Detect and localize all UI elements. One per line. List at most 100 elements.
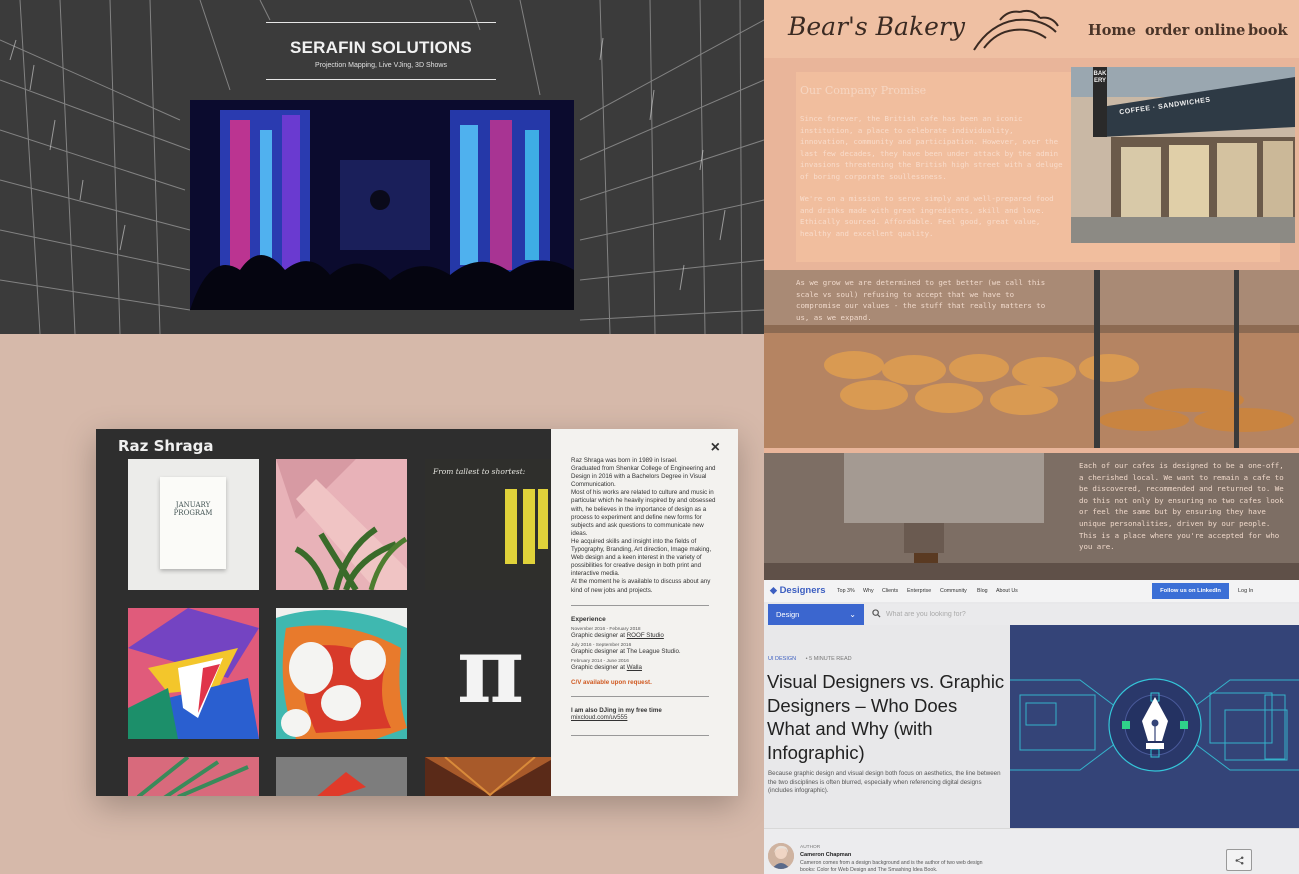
bakery-logo[interactable]: Bear's Bakery: [788, 12, 965, 41]
search-bar: Design ⌄: [764, 604, 1299, 625]
job-role: Graphic designer at: [571, 631, 627, 639]
bio-line: At the moment he is available to discuss…: [571, 578, 711, 594]
share-button[interactable]: [1226, 849, 1252, 871]
plant-artwork: [276, 459, 407, 590]
category-select-value: Design: [776, 610, 800, 619]
author-name[interactable]: Cameron Chapman: [800, 852, 851, 858]
yellow-bar-2: [523, 489, 535, 564]
coffee-machine-photo: Each of our cafes is designed to be a on…: [764, 453, 1299, 580]
designer-name: Raz Shraga: [118, 437, 214, 455]
grow-text: As we grow we are determined to get bett…: [796, 278, 1046, 322]
article-excerpt: Because graphic design and visual design…: [768, 770, 1001, 795]
category-link[interactable]: UI DESIGN: [768, 656, 796, 662]
job-entry: July 2016 - September 2016 Graphic desig…: [571, 643, 720, 655]
nav-enterprise[interactable]: Enterprise: [907, 588, 931, 594]
mixcloud-link[interactable]: mixcloud.com/uv555: [571, 714, 720, 721]
tunnel-artwork: [425, 757, 551, 796]
article-title: Visual Designers vs. Graphic Designers –…: [767, 671, 1005, 763]
close-icon[interactable]: ×: [711, 439, 720, 457]
chevron-down-icon: ⌄: [849, 610, 856, 619]
promise-paragraph-2: We're on a mission to serve simply and w…: [800, 194, 1054, 238]
nav-blog[interactable]: Blog: [977, 588, 988, 594]
author-box: AUTHOR Cameron Chapman Cameron comes fro…: [764, 828, 1299, 874]
designers-article-panel: ◆ Designers Top 3% Why Clients Enterpris…: [764, 580, 1299, 874]
bakery-sign: BAKERY: [1093, 71, 1107, 84]
croissant-icon: [973, 9, 1059, 51]
portfolio-tile-thermal[interactable]: [276, 608, 407, 739]
job-role: Graphic designer at: [571, 663, 627, 671]
article-hero-illustration: [1010, 625, 1299, 828]
cafes-text: Each of our cafes is designed to be a on…: [1079, 461, 1284, 552]
site-subtitle: Projection Mapping, Live VJing, 3D Shows: [315, 62, 447, 69]
red-shape-artwork: [276, 757, 407, 796]
pastry-counter-photo: As we grow we are determined to get bett…: [764, 270, 1299, 448]
avatar[interactable]: [768, 843, 794, 869]
portfolio-tile-plants[interactable]: [276, 459, 407, 590]
author-label: AUTHOR: [800, 845, 821, 850]
portfolio-tile-tunnel[interactable]: [425, 757, 551, 796]
nav-order-online[interactable]: order online: [1145, 22, 1245, 39]
portfolio-tile-tallest[interactable]: From tallest to shortest:: [425, 459, 551, 590]
tile-caption: From tallest to shortest:: [433, 467, 526, 476]
thermal-artwork: [276, 608, 407, 739]
job-entry: February 2014 - June 2016 Graphic design…: [571, 659, 720, 671]
bio-line: Graduated from Shenkar College of Engine…: [571, 465, 716, 489]
bakery-storefront-photo: BAKERY COFFEE · SANDWICHES: [1071, 67, 1295, 243]
serafin-title-block: SERAFIN SOLUTIONS Projection Mapping, Li…: [266, 22, 496, 80]
job-title: Graphic designer at Walla: [571, 664, 720, 671]
nav-about-us[interactable]: About Us: [996, 588, 1018, 594]
cv-note: C/V available upon request.: [571, 678, 652, 686]
portfolio-tile-january-program[interactable]: JANUARY PROGRAM: [128, 459, 259, 590]
promise-title: Our Company Promise: [800, 84, 927, 97]
brand-logo[interactable]: ◆ Designers: [770, 585, 826, 596]
promise-paragraph-1: Since forever, the British cafe has been…: [800, 114, 1063, 181]
yellow-bar-1: [505, 489, 517, 564]
nav-top-3[interactable]: Top 3%: [837, 588, 855, 594]
article-meta: UI DESIGN • 5 MINUTE READ: [768, 656, 852, 662]
nav-home[interactable]: Home: [1088, 22, 1136, 39]
nav-community[interactable]: Community: [940, 588, 967, 594]
raz-portfolio-modal: Raz Shraga JANUARY PROGRAM From tallest …: [96, 429, 738, 796]
portfolio-tile-pi[interactable]: π: [425, 608, 551, 739]
toptal-icon: ◆: [770, 585, 777, 595]
job-title: Graphic designer at The League Studio.: [571, 647, 681, 655]
job-title: Graphic designer at ROOF Studio: [571, 632, 720, 639]
projection-show-photo: [190, 100, 574, 310]
portfolio-tile-red-shape[interactable]: [276, 757, 407, 796]
experience-heading: Experience: [571, 615, 606, 623]
bio-line: Raz Shraga was born in 1989 in Israel.: [571, 457, 678, 464]
job-entry: November 2016 - February 2018 Graphic de…: [571, 627, 720, 639]
company-link[interactable]: Walla: [627, 664, 642, 671]
divider: [571, 695, 709, 697]
storefront-illustration: [1071, 67, 1295, 243]
search-input[interactable]: [868, 606, 1253, 623]
author-bio: Cameron comes from a design background a…: [800, 860, 983, 874]
pen-nib-infographic: [1010, 625, 1299, 828]
company-link[interactable]: ROOF Studio: [627, 632, 664, 639]
bio-line: He acquired skills and insight into the …: [571, 537, 712, 578]
serafin-panel: SERAFIN SOLUTIONS Projection Mapping, Li…: [0, 0, 764, 334]
pi-glyph: π: [456, 616, 525, 724]
site-title: SERAFIN SOLUTIONS: [290, 38, 472, 57]
booklet-line-2: PROGRAM: [173, 509, 213, 517]
bakery-header: Bear's Bakery Home order online book: [764, 0, 1299, 58]
program-booklet: JANUARY PROGRAM: [160, 477, 226, 569]
palm-artwork: [128, 757, 259, 796]
nav-why[interactable]: Why: [863, 588, 874, 594]
category-select[interactable]: Design ⌄: [768, 604, 864, 625]
login-link[interactable]: Log In: [1238, 588, 1253, 594]
portfolio-tile-geometric[interactable]: [128, 608, 259, 739]
share-icon: [1235, 856, 1244, 865]
bio-line: Most of his works are related to culture…: [571, 489, 716, 537]
divider: [571, 604, 709, 606]
brand-label: Designers: [779, 585, 826, 596]
designer-info-panel: × Raz Shraga was born in 1989 in Israel.…: [551, 429, 738, 796]
nav-clients[interactable]: Clients: [882, 588, 898, 594]
portfolio-grid: Raz Shraga JANUARY PROGRAM From tallest …: [96, 429, 551, 796]
read-time: • 5 MINUTE READ: [805, 656, 852, 662]
author-avatar-image: [768, 843, 794, 869]
follow-linkedin-button[interactable]: Follow us on LinkedIn: [1152, 583, 1229, 599]
nav-book[interactable]: book: [1248, 22, 1288, 39]
booklet-line-1: JANUARY: [175, 501, 211, 509]
portfolio-tile-palms[interactable]: [128, 757, 259, 796]
